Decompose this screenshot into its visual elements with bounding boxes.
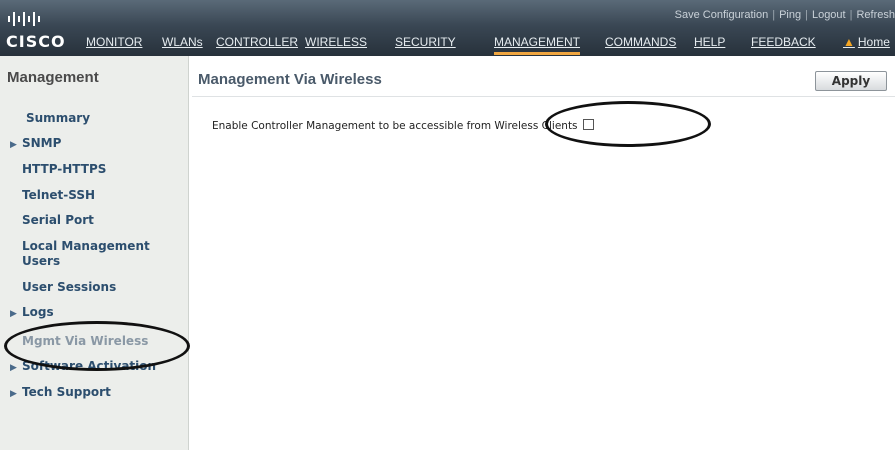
nav-management[interactable]: MANAGEMENT <box>494 33 581 55</box>
nav-security[interactable]: SECURITY <box>395 33 456 55</box>
sidebar-item-label: Tech Support <box>22 385 111 399</box>
setting-label: Enable Controller Management to be acces… <box>212 120 578 132</box>
nav-home-label: Home <box>857 35 890 49</box>
sidebar-item-software-activation[interactable]: ▶ Software Activation <box>10 359 156 376</box>
cisco-bars-logo-icon <box>8 12 40 26</box>
home-icon: ▲ <box>843 35 855 49</box>
sidebar-item-local-management-users[interactable]: Local Management Users <box>22 239 182 269</box>
nav-commands[interactable]: COMMANDS <box>605 33 676 55</box>
triangle-right-icon: ▶ <box>10 363 17 373</box>
sidebar-item-label: Local Management Users <box>22 239 150 268</box>
nav-wlans[interactable]: WLANs <box>162 33 203 55</box>
sidebar-title: Management <box>7 69 99 86</box>
save-configuration-link[interactable]: Save Configuration <box>675 9 769 21</box>
utility-links: Save Configuration | Ping | Logout | Refresh <box>675 9 895 23</box>
refresh-link[interactable]: Refresh <box>856 9 895 21</box>
sidebar-item-tech-support[interactable]: ▶ Tech Support <box>10 385 111 402</box>
sidebar-item-label: Logs <box>22 305 54 319</box>
ping-link[interactable]: Ping <box>779 9 801 21</box>
triangle-right-icon: ▶ <box>10 389 17 399</box>
sidebar-item-mgmt-via-wireless[interactable]: Mgmt Via Wireless <box>22 334 148 349</box>
sidebar-item-summary[interactable]: Summary <box>26 111 90 126</box>
sidebar-item-label: HTTP-HTTPS <box>22 162 107 176</box>
triangle-right-icon: ▶ <box>10 309 17 319</box>
nav-monitor[interactable]: MONITOR <box>86 33 142 55</box>
triangle-right-icon: ▶ <box>10 140 17 150</box>
sidebar-item-label: Telnet-SSH <box>22 188 96 202</box>
sidebar-item-logs[interactable]: ▶ Logs <box>10 305 54 322</box>
enable-mgmt-wireless-checkbox[interactable] <box>582 119 594 130</box>
separator: | <box>805 9 808 21</box>
sidebar-item-label: User Sessions <box>22 280 117 294</box>
divider <box>192 96 895 97</box>
sidebar-item-snmp[interactable]: ▶ SNMP <box>10 136 61 153</box>
nav-controller[interactable]: CONTROLLER <box>216 33 298 55</box>
nav-home[interactable]: ▲ Home <box>843 33 890 55</box>
sidebar-item-label: Mgmt Via Wireless <box>22 334 149 348</box>
sidebar-item-label: SNMP <box>22 136 62 150</box>
logout-link[interactable]: Logout <box>812 9 846 21</box>
sidebar-item-label: Software Activation <box>22 359 157 373</box>
nav-wireless[interactable]: WIRELESS <box>305 33 367 55</box>
separator: | <box>849 9 853 21</box>
page-title: Management Via Wireless <box>198 71 382 88</box>
main-nav: MONITOR WLANs CONTROLLER WIRELESS SECURI… <box>0 33 895 55</box>
sidebar-item-serial-port[interactable]: Serial Port <box>22 213 94 228</box>
sidebar-item-label: Serial Port <box>22 213 94 227</box>
sidebar-item-label: Summary <box>26 111 91 125</box>
sidebar-item-http-https[interactable]: HTTP-HTTPS <box>22 162 106 177</box>
sidebar-item-user-sessions[interactable]: User Sessions <box>22 280 116 295</box>
sidebar: Management Summary ▶ SNMP HTTP-HTTPS Teln… <box>0 56 189 450</box>
setting-row: Enable Controller Management to be acces… <box>212 119 594 132</box>
separator: | <box>772 9 776 21</box>
top-bar: CISCO Save Configuration | Ping | Logout | Ref… <box>0 0 895 56</box>
nav-help[interactable]: HELP <box>694 33 725 55</box>
sidebar-item-telnet-ssh[interactable]: Telnet-SSH <box>22 188 95 203</box>
apply-button[interactable]: Apply <box>815 71 887 91</box>
nav-feedback[interactable]: FEEDBACK <box>751 33 816 55</box>
